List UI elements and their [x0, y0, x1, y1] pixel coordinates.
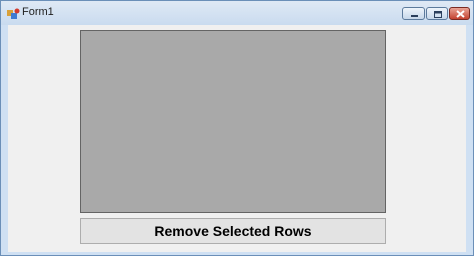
maximize-icon	[434, 11, 442, 18]
close-icon	[456, 10, 465, 18]
app-icon	[7, 7, 21, 19]
minimize-icon	[411, 15, 418, 17]
form-window: Form1 Remove Selected Rows	[0, 0, 474, 256]
remove-selected-rows-button[interactable]: Remove Selected Rows	[80, 218, 386, 244]
close-button[interactable]	[449, 7, 470, 20]
minimize-button[interactable]	[402, 7, 425, 20]
maximize-button[interactable]	[426, 7, 448, 20]
title-bar[interactable]: Form1	[1, 1, 473, 25]
form-client-area: Remove Selected Rows	[8, 25, 466, 252]
data-grid-view[interactable]	[80, 30, 386, 213]
window-title: Form1	[22, 6, 54, 18]
